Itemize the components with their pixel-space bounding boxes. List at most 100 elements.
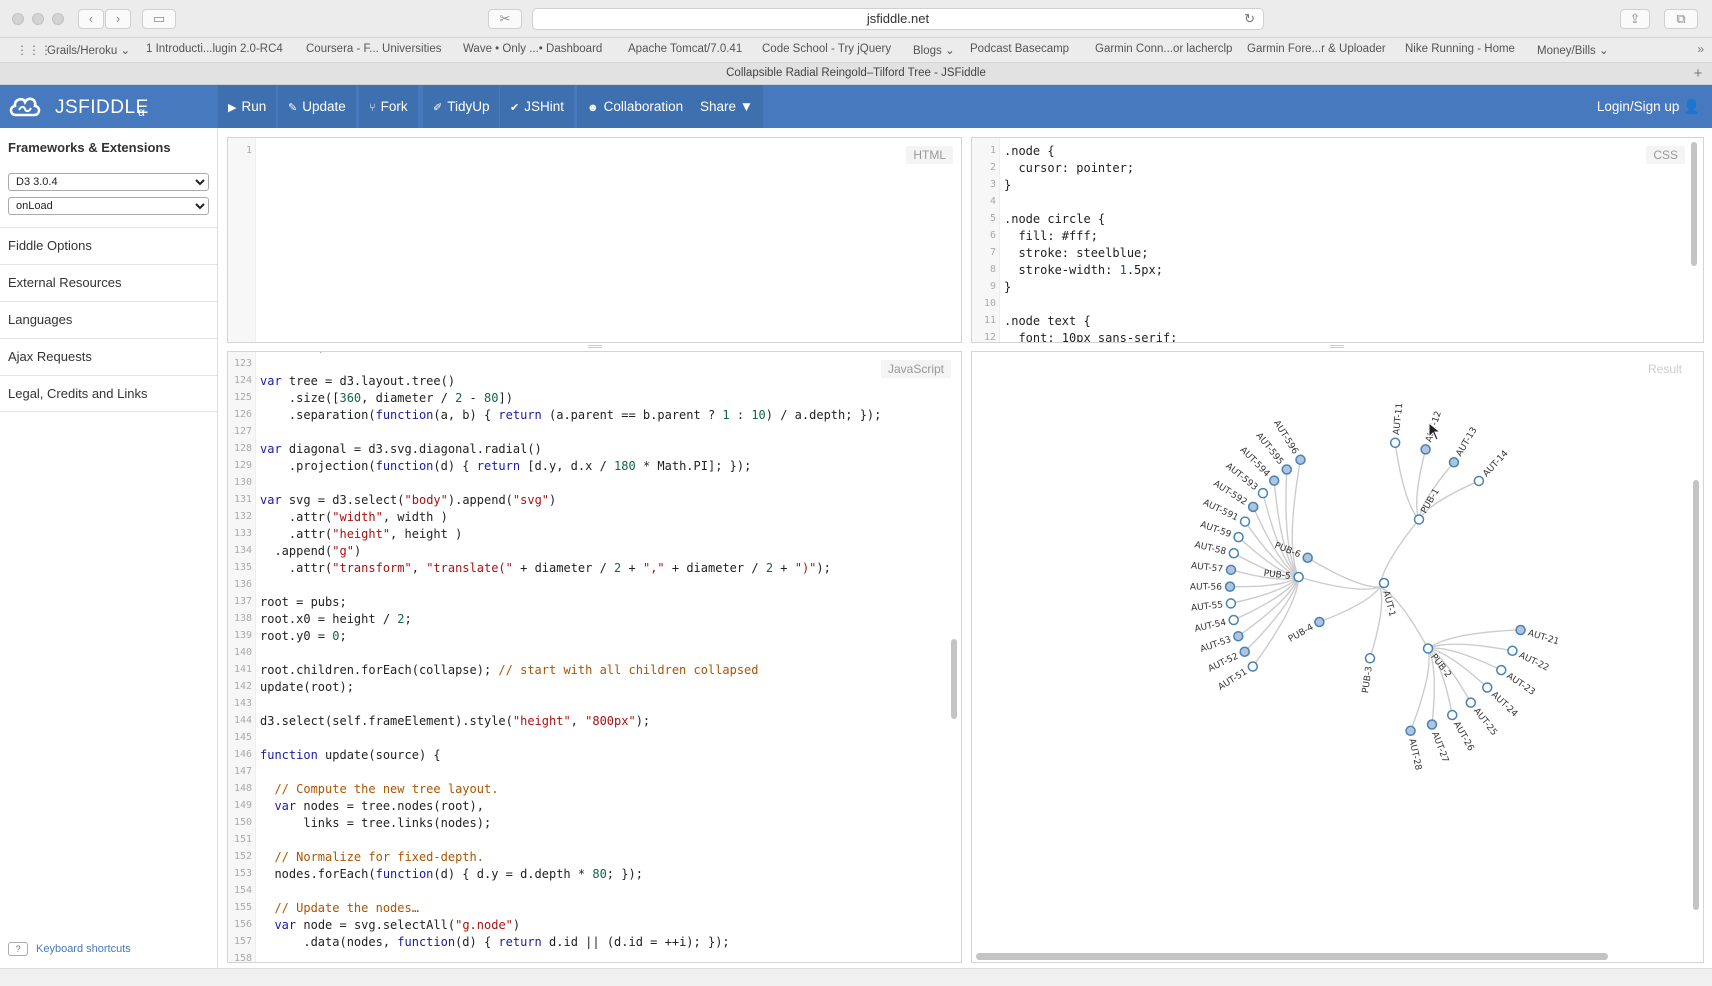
- bookmark-item[interactable]: 1 Introducti...lugin 2.0-RC4: [146, 43, 283, 55]
- js-scrollbar[interactable]: [951, 639, 957, 719]
- tree-node[interactable]: AUT-53: [1199, 630, 1244, 655]
- tree-node[interactable]: AUT-59: [1199, 520, 1244, 543]
- tree-node-circle[interactable]: [1448, 457, 1460, 468]
- tree-node[interactable]: AUT-11: [1389, 402, 1406, 449]
- tree-node-circle[interactable]: [1257, 487, 1269, 499]
- tree-node-circle[interactable]: [1314, 616, 1325, 628]
- tree-node-circle[interactable]: [1233, 630, 1244, 642]
- tidyup-button[interactable]: ✐ TidyUp: [423, 85, 500, 128]
- close-window-button[interactable]: [12, 13, 24, 25]
- collaboration-button[interactable]: ☻ Collaboration: [577, 85, 694, 128]
- tree-node-circle[interactable]: [1239, 646, 1250, 657]
- sidebar-item-external-resources[interactable]: External Resources: [0, 264, 217, 301]
- sidebar-toggle-icon[interactable]: ▭: [142, 9, 176, 29]
- back-icon[interactable]: ‹: [78, 9, 104, 29]
- tree-node-circle[interactable]: [1389, 437, 1401, 449]
- reload-icon[interactable]: ↻: [1244, 9, 1255, 29]
- new-tab-icon[interactable]: +: [1690, 63, 1706, 84]
- tree-node-circle[interactable]: [1364, 653, 1376, 664]
- tree-node[interactable]: AUT-27: [1426, 719, 1450, 764]
- tree-node-circle[interactable]: [1420, 444, 1431, 455]
- tree-node[interactable]: PUB-3: [1361, 653, 1376, 694]
- tree-node-circle[interactable]: [1239, 516, 1251, 527]
- bookmark-item[interactable]: Blogs ⌄: [913, 43, 955, 57]
- more-bookmarks-icon[interactable]: »: [1697, 42, 1704, 56]
- bookmark-item[interactable]: Grails/Heroku ⌄: [47, 43, 130, 57]
- result-panel[interactable]: Result AUT-11AUT-12AUT-13AUT-14AUT-21AUT…: [971, 351, 1704, 963]
- tab-title[interactable]: Collapsible Radial Reingold–Tilford Tree…: [726, 67, 986, 79]
- tree-node-circle[interactable]: [1378, 577, 1390, 589]
- tree-node-circle[interactable]: [1228, 614, 1239, 626]
- reader-icon[interactable]: ✂: [488, 9, 522, 29]
- tree-node[interactable]: AUT-55: [1191, 598, 1237, 614]
- load-type-select[interactable]: onLoad: [8, 197, 209, 215]
- sidebar-item-ajax-requests[interactable]: Ajax Requests: [0, 338, 217, 375]
- css-panel[interactable]: 1 .node {2 cursor: pointer; 3} 4 5 .node circ…: [971, 137, 1704, 343]
- tree-node[interactable]: AUT-58: [1193, 540, 1240, 559]
- tree-node-circle[interactable]: [1268, 475, 1280, 486]
- tree-node-circle[interactable]: [1515, 624, 1526, 636]
- tree-node-circle[interactable]: [1302, 552, 1313, 564]
- tree-node-circle[interactable]: [1496, 664, 1507, 676]
- bookmark-item[interactable]: Coursera - F... Universities: [306, 43, 441, 55]
- brand-name[interactable]: JSFIDDLE: [55, 97, 149, 119]
- tree-node[interactable]: AUT-26: [1446, 709, 1476, 754]
- tree-node[interactable]: AUT-54: [1194, 614, 1239, 635]
- tree-node[interactable]: AUT-24: [1482, 682, 1520, 720]
- tree-node[interactable]: AUT-21: [1515, 624, 1560, 647]
- address-bar[interactable]: jsfiddle.net ↻: [532, 8, 1264, 30]
- zoom-window-button[interactable]: [52, 13, 64, 25]
- framework-select[interactable]: D3 3.0.4: [8, 173, 209, 191]
- result-vscrollbar[interactable]: [1693, 480, 1699, 910]
- minimize-window-button[interactable]: [32, 13, 44, 25]
- bookmark-item[interactable]: Apache Tomcat/7.0.41: [628, 43, 742, 55]
- tree-node-circle[interactable]: [1422, 643, 1434, 654]
- tree-node-circle[interactable]: [1426, 719, 1438, 730]
- result-hscrollbar[interactable]: [976, 953, 1608, 960]
- resize-handle[interactable]: [1330, 345, 1344, 348]
- radial-tree[interactable]: AUT-11AUT-12AUT-13AUT-14AUT-21AUT-22AUT-…: [972, 352, 1704, 963]
- tree-node[interactable]: AUT-14: [1473, 449, 1511, 487]
- keyboard-shortcuts-link[interactable]: ? Keyboard shortcuts: [8, 942, 131, 956]
- html-panel[interactable]: 1 HTML: [227, 137, 962, 343]
- tree-node-circle[interactable]: [1247, 501, 1259, 513]
- cloud-logo-icon[interactable]: [8, 91, 42, 121]
- tree-node-circle[interactable]: [1446, 709, 1458, 721]
- tree-node[interactable]: PUB-4: [1287, 616, 1325, 645]
- fork-button[interactable]: ⑂ Fork: [359, 85, 418, 128]
- tree-node-circle[interactable]: [1482, 682, 1493, 693]
- tree-node-circle[interactable]: [1295, 454, 1306, 466]
- tree-node-circle[interactable]: [1405, 725, 1416, 737]
- tree-node-circle[interactable]: [1413, 514, 1425, 525]
- tree-node[interactable]: AUT-57: [1190, 561, 1237, 576]
- bookmark-item[interactable]: Code School - Try jQuery: [762, 43, 891, 55]
- tree-node-circle[interactable]: [1247, 661, 1259, 672]
- tree-node-circle[interactable]: [1465, 697, 1477, 708]
- tree-node-circle[interactable]: [1225, 598, 1237, 609]
- tree-node[interactable]: PUB-1: [1413, 487, 1442, 525]
- tree-node[interactable]: AUT-23: [1496, 664, 1537, 698]
- javascript-panel[interactable]: root; 123 124 var tree = d3.layout.tree() 12…: [227, 351, 962, 963]
- bookmark-item[interactable]: Money/Bills ⌄: [1537, 43, 1609, 57]
- tree-node-circle[interactable]: [1281, 464, 1293, 475]
- tabs-icon[interactable]: ⧉: [1664, 9, 1698, 29]
- run-button[interactable]: ▶ Run: [218, 85, 277, 128]
- jshint-button[interactable]: ✔ JSHint: [500, 85, 574, 128]
- share-button[interactable]: Share ▼: [690, 85, 764, 128]
- sidebar-item-legal[interactable]: Legal, Credits and Links: [0, 375, 217, 412]
- tree-node[interactable]: AUT-28: [1405, 725, 1423, 772]
- tree-node-circle[interactable]: [1233, 531, 1244, 543]
- tree-node[interactable]: AUT-22: [1507, 645, 1550, 674]
- bookmark-item[interactable]: Garmin Conn...or lacherclp: [1095, 43, 1232, 55]
- tree-node[interactable]: AUT-25: [1465, 697, 1499, 738]
- tree-node[interactable]: AUT-13: [1448, 426, 1480, 468]
- resize-handle[interactable]: [588, 345, 602, 348]
- css-scrollbar[interactable]: [1691, 142, 1697, 266]
- tree-node-circle[interactable]: [1293, 571, 1304, 583]
- tree-node-circle[interactable]: [1507, 645, 1518, 657]
- tree-node-circle[interactable]: [1228, 548, 1240, 559]
- tree-node-circle[interactable]: [1224, 581, 1236, 592]
- tree-node-circle[interactable]: [1473, 475, 1485, 487]
- forward-icon[interactable]: ›: [105, 9, 131, 29]
- login-signup-link[interactable]: Login/Sign up 👤: [1597, 85, 1700, 128]
